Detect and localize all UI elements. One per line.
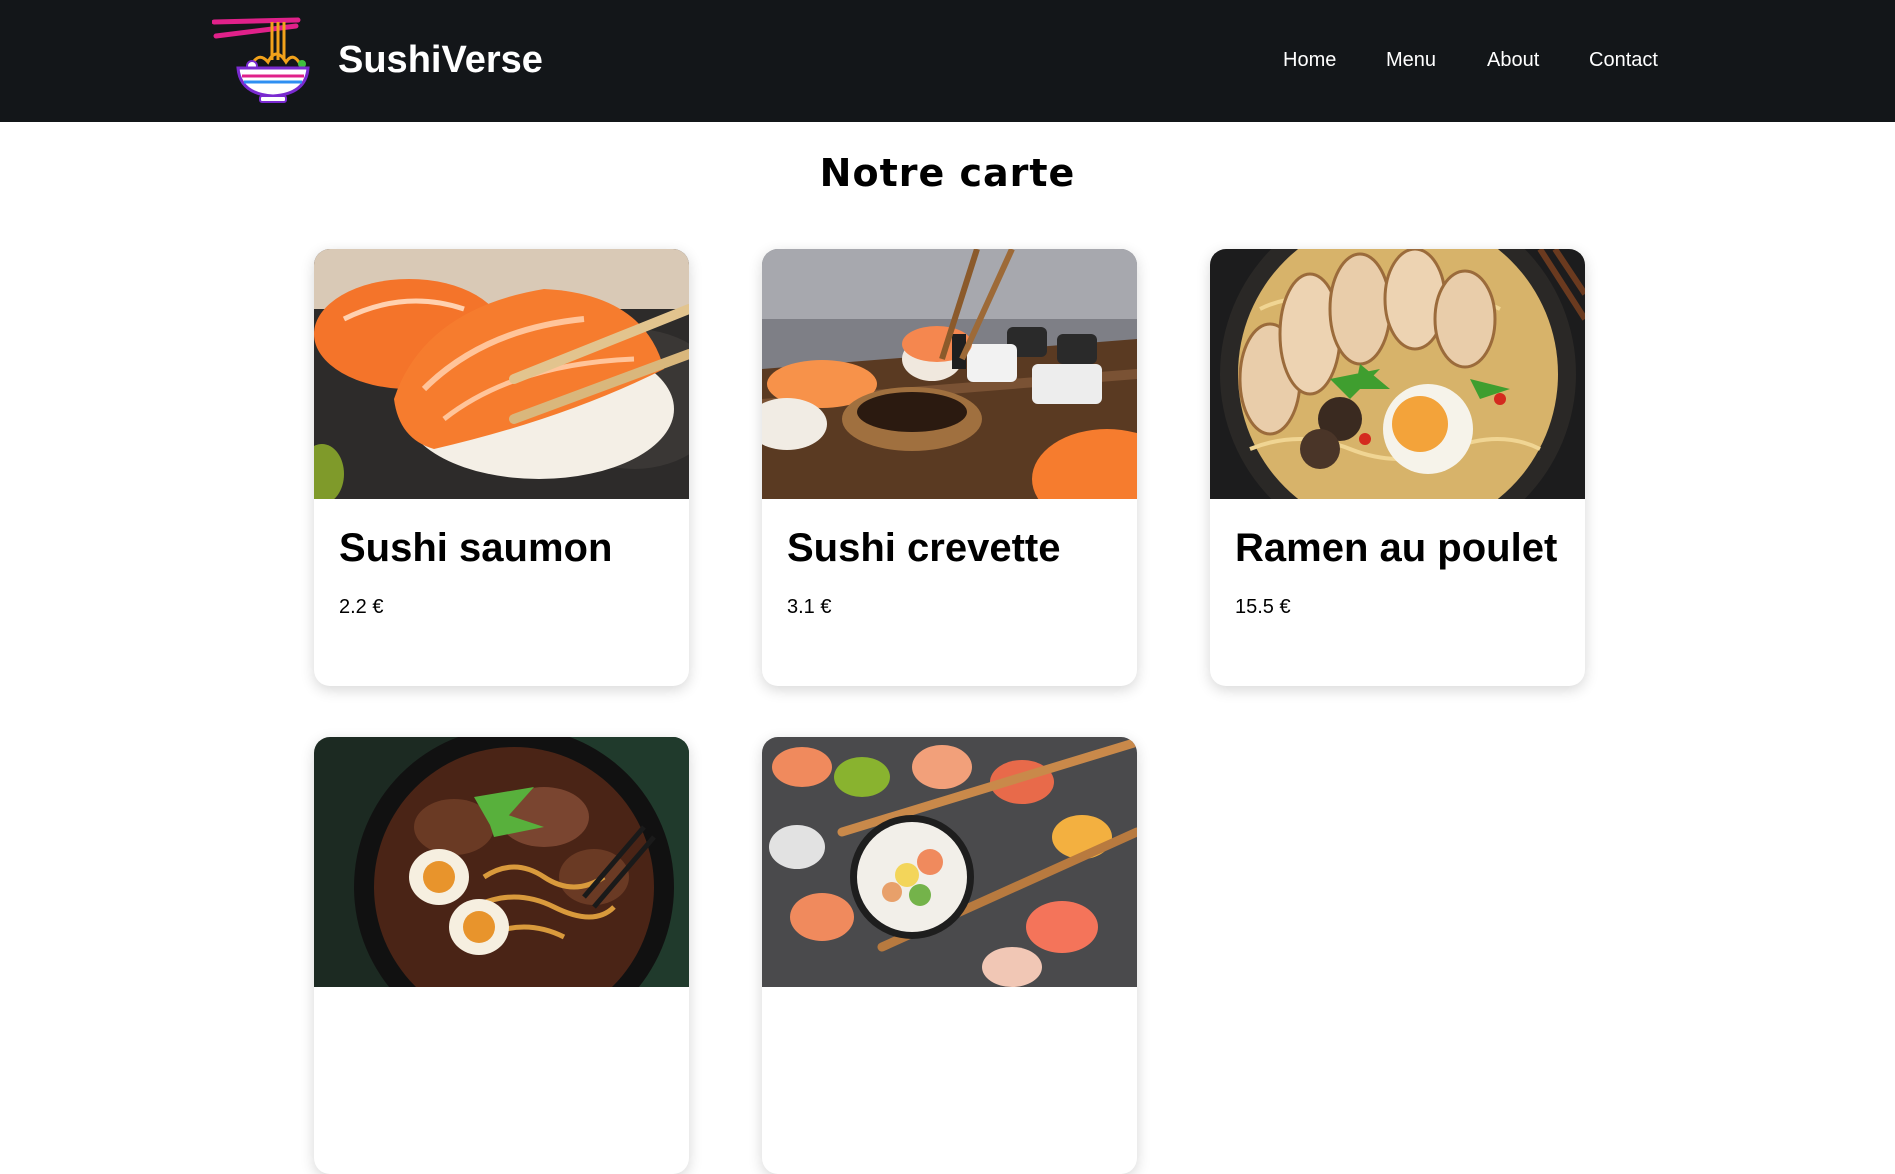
card-title: Sushi saumon	[339, 526, 613, 570]
menu-card-5[interactable]	[762, 737, 1137, 1174]
nav-contact-link[interactable]: Contact	[1589, 48, 1658, 72]
nav-about-link[interactable]: About	[1487, 48, 1539, 72]
card-title: Ramen au poulet	[1235, 526, 1558, 570]
sushi-saumon-photo	[314, 249, 689, 499]
sushi-crevette-photo	[762, 249, 1137, 499]
page-title: Notre carte	[819, 151, 1076, 195]
navbar: SushiVerse Home Menu About Contact	[0, 0, 1895, 122]
menu-card-ramen-au-poulet[interactable]: Ramen au poulet 15.5 €	[1210, 249, 1585, 686]
ramen-bowl-logo-icon[interactable]	[211, 16, 314, 104]
card-title: Sushi crevette	[787, 526, 1061, 570]
nav-menu-link[interactable]: Menu	[1386, 48, 1436, 72]
menu-card-sushi-crevette[interactable]: Sushi crevette 3.1 €	[762, 249, 1137, 686]
menu-card-4[interactable]	[314, 737, 689, 1174]
card-price: 3.1 €	[787, 596, 832, 618]
card-price: 2.2 €	[339, 596, 384, 618]
card-price: 15.5 €	[1235, 596, 1291, 618]
ramen-poulet-photo	[1210, 249, 1585, 499]
nav-home-link[interactable]: Home	[1283, 48, 1336, 72]
brand-name[interactable]: SushiVerse	[338, 38, 543, 82]
menu-card-sushi-saumon[interactable]: Sushi saumon 2.2 €	[314, 249, 689, 686]
